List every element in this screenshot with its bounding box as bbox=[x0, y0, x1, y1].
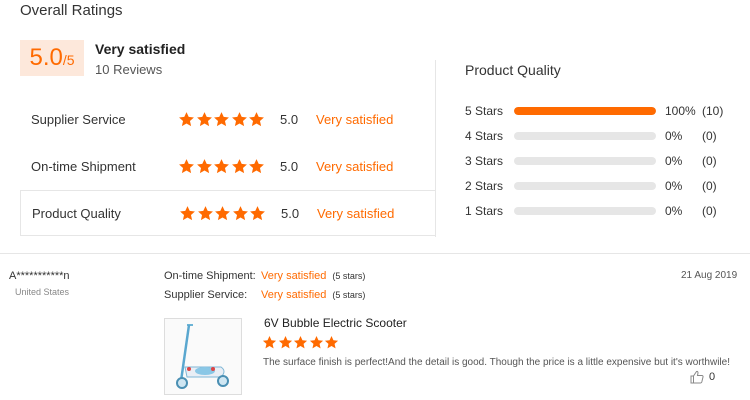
overall-satisfaction-label: Very satisfied bbox=[95, 41, 186, 57]
star-icon bbox=[232, 205, 249, 222]
star-bar-label: 3 Stars bbox=[465, 154, 504, 168]
product-quality-title: Product Quality bbox=[465, 62, 561, 78]
star-icon bbox=[178, 158, 195, 175]
star-icon bbox=[179, 205, 196, 222]
review-shipment-rating: On-time Shipment: Very satisfied (5 star… bbox=[164, 270, 365, 282]
star-bar-count: (0) bbox=[702, 154, 717, 168]
review-product-title[interactable]: 6V Bubble Electric Scooter bbox=[264, 316, 407, 330]
rating-text: Very satisfied bbox=[316, 158, 394, 174]
star-icon bbox=[324, 335, 339, 350]
star-icon bbox=[248, 111, 265, 128]
rating-value: 5.0 bbox=[280, 111, 299, 127]
review-service-value: Very satisfied bbox=[261, 289, 327, 301]
star-bar-count: (0) bbox=[702, 129, 717, 143]
star-bar-track bbox=[514, 157, 656, 165]
scooter-icon bbox=[176, 324, 229, 389]
review-date: 21 Aug 2019 bbox=[681, 270, 738, 281]
star-bar-label: 4 Stars bbox=[465, 129, 504, 143]
rating-value: 5.0 bbox=[281, 205, 300, 221]
rating-stars bbox=[178, 158, 266, 175]
star-bar-label: 1 Stars bbox=[465, 204, 504, 218]
overall-score-badge: 5.0 /5 bbox=[20, 40, 84, 76]
overall-score: 5.0 bbox=[29, 44, 63, 71]
rating-categories: Supplier Service 5.0 Very satisfied On-t… bbox=[20, 60, 436, 237]
product-thumbnail[interactable] bbox=[164, 318, 242, 395]
star-bar-percent: 0% bbox=[665, 179, 683, 193]
star-icon bbox=[196, 158, 213, 175]
star-bar-label: 5 Stars bbox=[465, 104, 504, 118]
rating-stars bbox=[178, 111, 266, 128]
star-icon bbox=[214, 205, 231, 222]
review-service-count: (5 stars) bbox=[332, 290, 366, 300]
rating-text: Very satisfied bbox=[316, 111, 394, 127]
rating-label: Supplier Service bbox=[31, 111, 126, 127]
thumbs-up-icon[interactable] bbox=[690, 370, 704, 384]
review-service-label: Supplier Service: bbox=[164, 289, 248, 301]
star-bar-label: 2 Stars bbox=[465, 179, 504, 193]
star-bar-track bbox=[514, 182, 656, 190]
section-divider bbox=[0, 253, 750, 254]
star-bar-percent: 100% bbox=[665, 104, 696, 118]
star-bar-count: (0) bbox=[702, 179, 717, 193]
star-bar-track bbox=[514, 207, 656, 215]
star-icon bbox=[248, 158, 265, 175]
review-shipment-label: On-time Shipment: bbox=[164, 270, 256, 282]
star-bar-row: 4 Stars 0% (0) bbox=[465, 128, 735, 144]
star-icon bbox=[249, 205, 266, 222]
star-bar-count: (10) bbox=[702, 104, 724, 118]
star-icon bbox=[197, 205, 214, 222]
rating-stars bbox=[179, 205, 267, 222]
rating-value: 5.0 bbox=[280, 158, 299, 174]
star-bar-percent: 0% bbox=[665, 129, 683, 143]
review-stars bbox=[262, 335, 340, 350]
star-icon bbox=[231, 158, 248, 175]
review-service-rating: Supplier Service: Very satisfied (5 star… bbox=[164, 289, 365, 301]
star-bar-fill bbox=[514, 107, 656, 115]
rating-row-product-quality[interactable]: Product Quality 5.0 Very satisfied bbox=[20, 190, 436, 236]
star-icon bbox=[293, 335, 308, 350]
overall-ratings-title: Overall Ratings bbox=[20, 2, 123, 19]
star-bar-track bbox=[514, 107, 656, 115]
like-button[interactable]: 0 bbox=[690, 370, 715, 384]
star-bar-row: 5 Stars 100% (10) bbox=[465, 103, 735, 119]
like-count: 0 bbox=[709, 371, 716, 383]
rating-row-on-time-shipment[interactable]: On-time Shipment 5.0 Very satisfied bbox=[20, 143, 436, 189]
star-bar-row: 2 Stars 0% (0) bbox=[465, 178, 735, 194]
star-bar-row: 1 Stars 0% (0) bbox=[465, 203, 735, 219]
rating-text: Very satisfied bbox=[317, 205, 395, 221]
star-icon bbox=[231, 111, 248, 128]
review-text: The surface finish is perfect!And the de… bbox=[263, 357, 730, 368]
star-icon bbox=[213, 111, 230, 128]
reviewer-name: A***********n bbox=[9, 270, 70, 282]
rating-row-supplier-service[interactable]: Supplier Service 5.0 Very satisfied bbox=[20, 96, 436, 142]
star-icon bbox=[196, 111, 213, 128]
star-icon bbox=[262, 335, 277, 350]
star-bar-row: 3 Stars 0% (0) bbox=[465, 153, 735, 169]
overall-score-suffix: /5 bbox=[62, 52, 75, 68]
reviewer-country: United States bbox=[15, 287, 70, 297]
rating-label: Product Quality bbox=[32, 205, 121, 221]
overall-review-count: 10 Reviews bbox=[95, 62, 163, 77]
star-icon bbox=[278, 335, 293, 350]
star-bar-percent: 0% bbox=[665, 204, 683, 218]
rating-label: On-time Shipment bbox=[31, 158, 136, 174]
star-bar-percent: 0% bbox=[665, 154, 683, 168]
review-shipment-count: (5 stars) bbox=[332, 271, 366, 281]
star-bar-track bbox=[514, 132, 656, 140]
star-icon bbox=[309, 335, 324, 350]
star-icon bbox=[213, 158, 230, 175]
review-shipment-value: Very satisfied bbox=[261, 270, 327, 282]
star-icon bbox=[178, 111, 195, 128]
star-bar-count: (0) bbox=[702, 204, 717, 218]
